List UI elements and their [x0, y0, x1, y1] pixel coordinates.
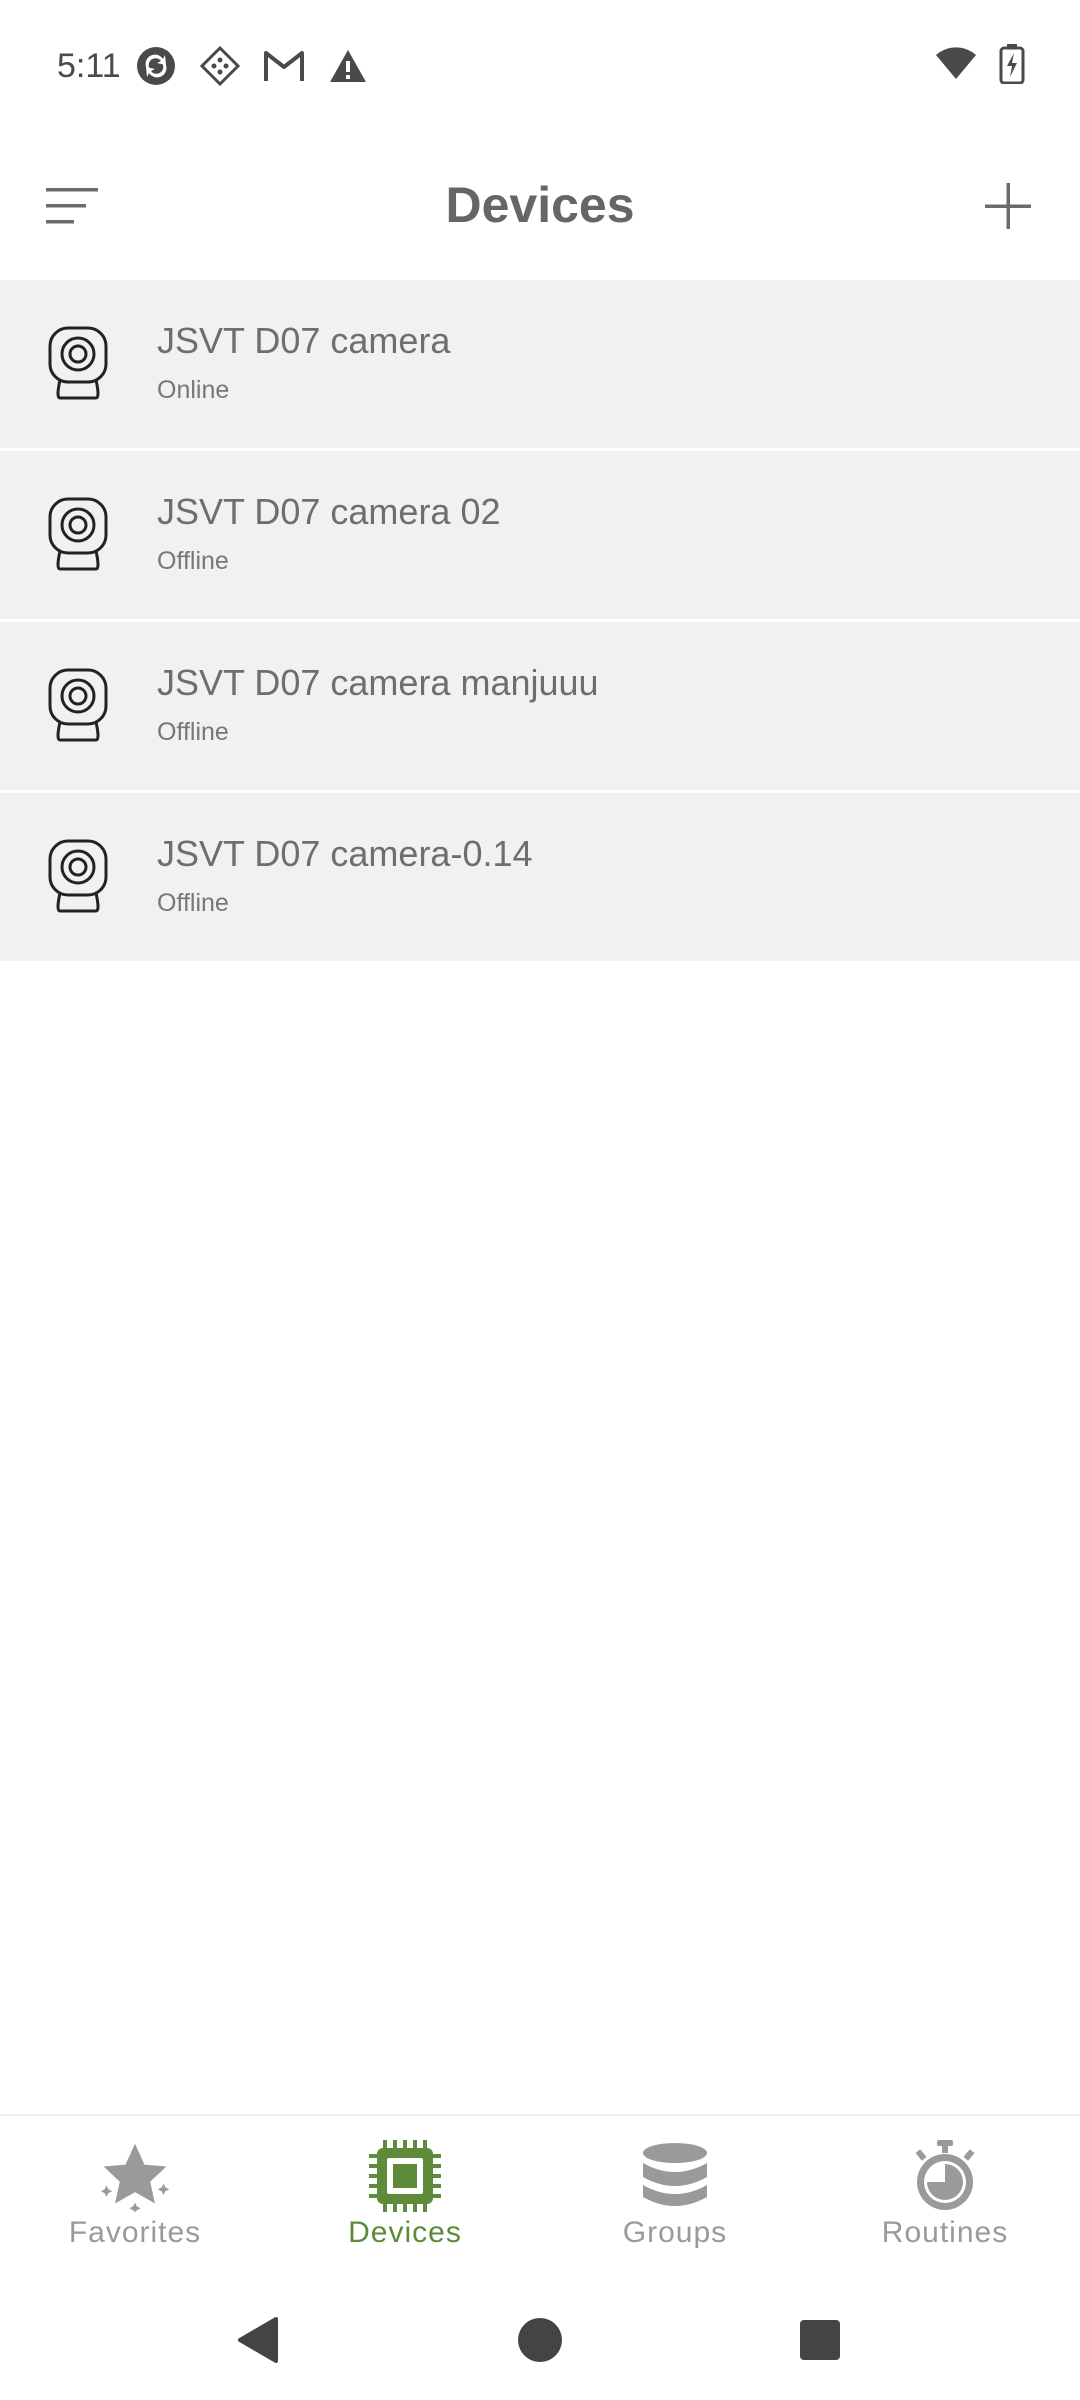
device-status: Online: [157, 376, 230, 404]
camera-icon: [48, 497, 108, 571]
device-text: JSVT D07 camera-0.14 Offline: [157, 831, 533, 918]
status-time: 5:11: [57, 46, 121, 85]
chip-icon: [367, 2138, 443, 2214]
device-name: JSVT D07 camera: [157, 320, 451, 361]
nav-devices[interactable]: Devices: [270, 2116, 540, 2256]
camera-icon: [48, 668, 108, 742]
nav-favorites[interactable]: Favorites: [0, 2116, 270, 2256]
device-text: JSVT D07 camera manjuuu Offline: [157, 660, 599, 747]
back-button[interactable]: [226, 2308, 290, 2372]
status-right: [935, 43, 1025, 89]
nav-label: Groups: [622, 2216, 728, 2249]
device-row[interactable]: JSVT D07 camera Online: [0, 280, 1080, 448]
nav-groups[interactable]: Groups: [540, 2116, 810, 2256]
nav-label: Favorites: [68, 2216, 202, 2249]
recents-icon: [800, 2320, 840, 2360]
device-name: JSVT D07 camera 02: [157, 491, 501, 532]
stopwatch-icon: [907, 2138, 983, 2214]
app-bar: Devices: [0, 132, 1080, 278]
recents-button[interactable]: [788, 2308, 852, 2372]
device-text: JSVT D07 camera Online: [157, 318, 450, 405]
camera-icon: [48, 839, 108, 913]
device-status: Offline: [157, 547, 229, 575]
battery-charging-icon: [999, 43, 1025, 89]
home-button[interactable]: [508, 2308, 572, 2372]
database-icon: [637, 2138, 713, 2214]
gmail-icon: [261, 43, 307, 89]
star-icon: [97, 2138, 173, 2214]
device-name: JSVT D07 camera-0.14: [157, 833, 533, 874]
plus-icon: [985, 183, 1031, 229]
wifi-icon: [935, 46, 977, 86]
add-device-button[interactable]: [972, 170, 1044, 242]
device-list: JSVT D07 camera Online JSVT D07 camera 0…: [0, 280, 1080, 964]
device-row[interactable]: JSVT D07 camera manjuuu Offline: [0, 622, 1080, 790]
filter-menu-icon: [46, 188, 98, 224]
camera-icon: [48, 326, 108, 400]
nav-routines[interactable]: Routines: [810, 2116, 1080, 2256]
device-row[interactable]: JSVT D07 camera-0.14 Offline: [0, 793, 1080, 961]
home-icon: [518, 2318, 562, 2362]
warning-icon: [325, 43, 371, 89]
device-status: Offline: [157, 889, 229, 917]
device-row[interactable]: JSVT D07 camera 02 Offline: [0, 451, 1080, 619]
bottom-nav: Favorites Devices Groups Routines: [0, 2114, 1080, 2256]
device-text: JSVT D07 camera 02 Offline: [157, 489, 501, 576]
nav-label: Routines: [881, 2216, 1009, 2249]
device-name: JSVT D07 camera manjuuu: [157, 662, 599, 703]
nav-label: Devices: [348, 2216, 462, 2249]
back-icon: [238, 2317, 278, 2363]
sync-icon: [133, 43, 179, 89]
filter-menu-button[interactable]: [36, 170, 108, 242]
system-nav-bar: [0, 2280, 1080, 2400]
device-status: Offline: [157, 718, 229, 746]
status-bar: 5:11: [0, 0, 1080, 132]
status-left: 5:11: [57, 43, 379, 89]
vpn-icon: [197, 43, 243, 89]
page-title: Devices: [445, 177, 635, 233]
